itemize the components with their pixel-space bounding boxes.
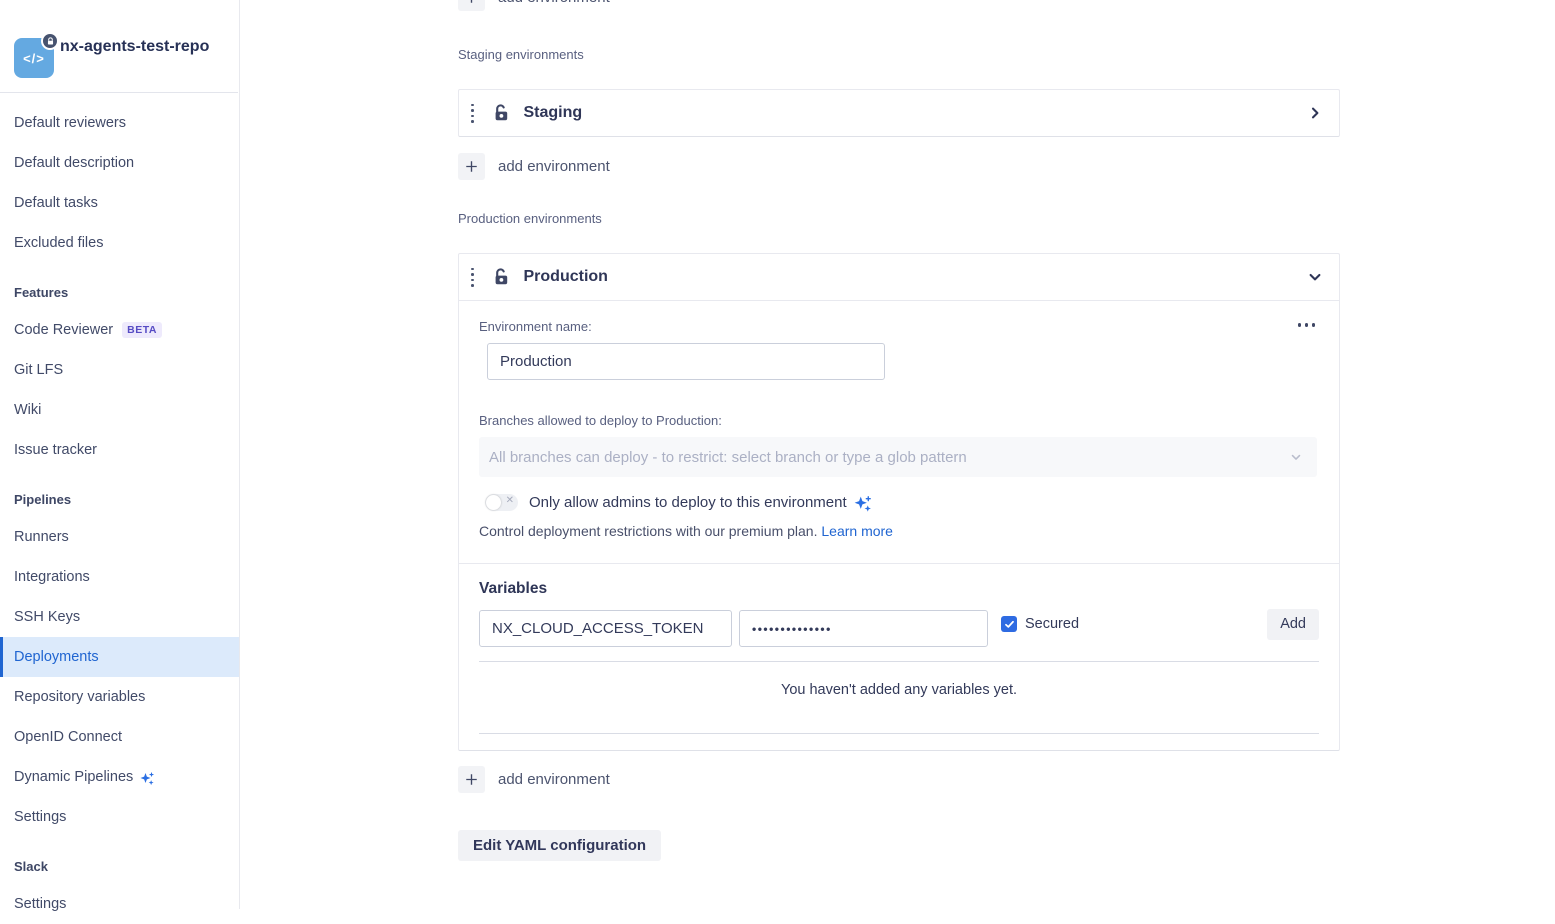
- sidebar-label: Pipelines: [14, 492, 71, 507]
- add-environment-button-production[interactable]: add environment: [458, 766, 1340, 793]
- sidebar-item-settings[interactable]: Settings: [0, 884, 239, 924]
- variable-value-input[interactable]: [739, 610, 988, 647]
- plus-icon: [458, 0, 485, 11]
- beta-badge: BETA: [122, 322, 162, 338]
- drag-handle-icon[interactable]: [469, 102, 476, 125]
- add-variable-button[interactable]: Add: [1267, 609, 1319, 640]
- sidebar-label: Git LFS: [14, 362, 63, 378]
- sidebar-section-pipelines: Pipelines: [0, 482, 239, 517]
- sidebar-label: Excluded files: [14, 235, 103, 251]
- variables-heading: Variables: [479, 580, 1319, 598]
- production-environment-card: Production Environment name: Branches al…: [458, 253, 1340, 751]
- ai-sparkle-icon: [852, 494, 873, 515]
- unlock-icon: [491, 103, 511, 123]
- production-card-header[interactable]: Production: [459, 254, 1339, 300]
- add-environment-label: add environment: [498, 158, 610, 175]
- staging-card-title: Staging: [524, 104, 583, 122]
- sidebar-label: Wiki: [14, 402, 41, 418]
- select-chevron-down-icon: [1289, 450, 1303, 464]
- sidebar-label: Default description: [14, 155, 134, 171]
- sidebar-label: Default tasks: [14, 195, 98, 211]
- edit-yaml-configuration-button[interactable]: Edit YAML configuration: [458, 830, 661, 861]
- more-options-icon[interactable]: [1294, 319, 1320, 331]
- sidebar-label: Deployments: [14, 649, 99, 665]
- sidebar-label: Settings: [14, 896, 66, 912]
- sidebar-item-repository-variables[interactable]: Repository variables: [0, 677, 239, 717]
- sidebar-item-issue-tracker[interactable]: Issue tracker: [0, 430, 239, 470]
- ai-sparkle-icon: [138, 770, 156, 788]
- staging-environment-card: Staging: [458, 89, 1340, 137]
- lock-icon: [46, 37, 55, 46]
- sidebar-nav: Pull RequestsDefault reviewersDefault de…: [0, 0, 239, 924]
- sidebar-item-runners[interactable]: Runners: [0, 517, 239, 557]
- private-repo-lock-badge: [41, 32, 59, 50]
- production-environments-label: Production environments: [458, 211, 1340, 226]
- staging-card-header[interactable]: Staging: [459, 90, 1339, 136]
- sidebar-label: OpenID Connect: [14, 729, 122, 745]
- staging-environments-label: Staging environments: [458, 47, 1340, 62]
- sidebar-item-deployments[interactable]: Deployments: [0, 637, 239, 677]
- sidebar-item-code-reviewer[interactable]: Code Reviewer BETA: [0, 310, 239, 350]
- add-environment-label: add environment: [498, 771, 610, 788]
- toggle-knob: [486, 495, 501, 510]
- sidebar-label: Repository variables: [14, 689, 145, 705]
- plus-icon: [458, 153, 485, 180]
- deployments-settings-main: add environment Staging environments Sta…: [240, 0, 1555, 909]
- variable-name-input[interactable]: [479, 610, 732, 647]
- environment-name-label: Environment name:: [479, 319, 1317, 334]
- production-card-title: Production: [524, 268, 608, 286]
- drag-handle-icon[interactable]: [469, 266, 476, 289]
- sidebar-item-wiki[interactable]: Wiki: [0, 390, 239, 430]
- expand-staging-chevron-right-icon[interactable]: [1307, 105, 1323, 121]
- sidebar-item-excluded-files[interactable]: Excluded files: [0, 223, 239, 263]
- sidebar-item-openid-connect[interactable]: OpenID Connect: [0, 717, 239, 757]
- sidebar-label: Default reviewers: [14, 115, 126, 131]
- sidebar-item-git-lfs[interactable]: Git LFS: [0, 350, 239, 390]
- sidebar-item-settings[interactable]: Settings: [0, 797, 239, 837]
- settings-sidebar: Pull RequestsDefault reviewersDefault de…: [0, 0, 240, 909]
- repo-header: </> nx-agents-test-repo: [0, 0, 238, 93]
- sidebar-label: Issue tracker: [14, 442, 97, 458]
- environment-name-input[interactable]: [487, 343, 885, 380]
- sidebar-label: Slack: [14, 859, 48, 874]
- sidebar-item-dynamic-pipelines[interactable]: Dynamic Pipelines: [0, 757, 239, 797]
- add-environment-label: add environment: [498, 0, 610, 6]
- repo-title: nx-agents-test-repo: [60, 0, 209, 93]
- sidebar-item-integrations[interactable]: Integrations: [0, 557, 239, 597]
- unlock-icon: [491, 267, 511, 287]
- variables-section: Variables Secured Add You haven't added …: [459, 564, 1339, 750]
- code-icon: </>: [23, 51, 45, 66]
- collapse-production-chevron-down-icon[interactable]: [1307, 269, 1323, 285]
- sidebar-section-features: Features: [0, 275, 239, 310]
- sidebar-label: Runners: [14, 529, 69, 545]
- sidebar-label: Integrations: [14, 569, 90, 585]
- plus-icon: [458, 766, 485, 793]
- sidebar-label: Dynamic Pipelines: [14, 769, 133, 785]
- sidebar-label: Code Reviewer: [14, 322, 113, 338]
- secured-label: Secured: [1025, 616, 1079, 632]
- admins-only-toggle-label: Only allow admins to deploy to this envi…: [529, 494, 847, 511]
- branch-restriction-select[interactable]: All branches can deploy - to restrict: s…: [479, 437, 1317, 477]
- no-variables-message: You haven't added any variables yet.: [479, 662, 1319, 719]
- premium-plan-text: Control deployment restrictions with our…: [479, 523, 817, 539]
- sidebar-item-default-description[interactable]: Default description: [0, 143, 239, 183]
- toggle-off-x-icon: ✕: [506, 495, 514, 506]
- production-card-body: Environment name: Branches allowed to de…: [459, 301, 1339, 563]
- secured-checkbox[interactable]: [1001, 616, 1017, 632]
- admins-only-toggle[interactable]: ✕: [485, 494, 518, 511]
- sidebar-label: Features: [14, 285, 68, 300]
- repo-avatar: </>: [14, 38, 54, 78]
- sidebar-section-slack: Slack: [0, 849, 239, 884]
- sidebar-label: Settings: [14, 809, 66, 825]
- sidebar-item-default-reviewers[interactable]: Default reviewers: [0, 103, 239, 143]
- sidebar-label: SSH Keys: [14, 609, 80, 625]
- learn-more-link[interactable]: Learn more: [821, 523, 893, 539]
- add-environment-button-top[interactable]: add environment: [458, 0, 1340, 11]
- add-environment-button-staging[interactable]: add environment: [458, 153, 1340, 180]
- sidebar-item-ssh-keys[interactable]: SSH Keys: [0, 597, 239, 637]
- sidebar-item-default-tasks[interactable]: Default tasks: [0, 183, 239, 223]
- branches-allowed-label: Branches allowed to deploy to Production…: [479, 413, 1317, 428]
- branch-select-placeholder: All branches can deploy - to restrict: s…: [489, 449, 967, 466]
